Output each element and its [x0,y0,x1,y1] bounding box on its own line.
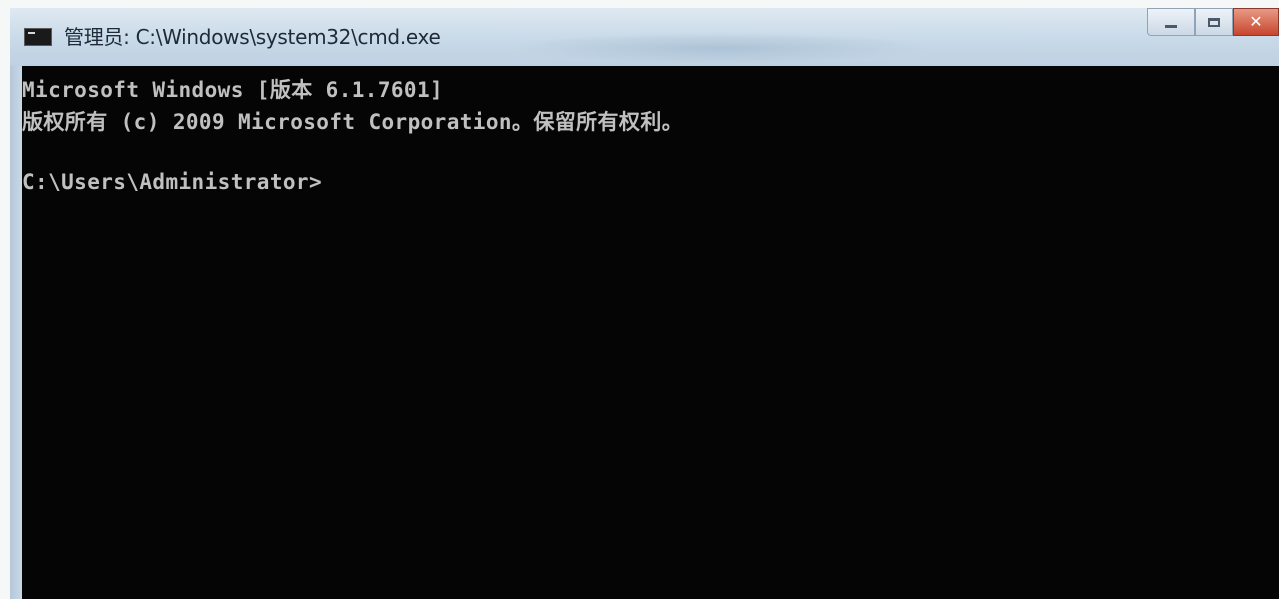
prompt-text: C:\Users\Administrator> [22,170,322,194]
window-left-frame [10,66,22,599]
minimize-icon [1165,24,1177,28]
minimize-button[interactable] [1147,8,1195,36]
console-line-copyright: 版权所有 (c) 2009 Microsoft Corporation。保留所有… [22,110,684,134]
console-area[interactable]: Microsoft Windows [版本 6.1.7601] 版权所有 (c)… [22,66,1279,599]
title-bar-glow [510,32,930,64]
close-icon: ✕ [1249,12,1263,31]
cmd-console-icon[interactable] [24,28,52,46]
console-line-version: Microsoft Windows [版本 6.1.7601] [22,78,444,102]
window-title: 管理员: C:\Windows\system32\cmd.exe [64,25,441,49]
command-prompt[interactable]: C:\Users\Administrator> [22,170,322,194]
close-button[interactable]: ✕ [1233,8,1279,36]
title-bar[interactable]: 管理员: C:\Windows\system32\cmd.exe ✕ [10,8,1279,66]
cmd-window: 管理员: C:\Windows\system32\cmd.exe ✕ Micro… [10,8,1279,599]
maximize-button[interactable] [1195,8,1233,36]
maximize-icon [1208,17,1220,27]
window-controls: ✕ [1147,8,1279,38]
